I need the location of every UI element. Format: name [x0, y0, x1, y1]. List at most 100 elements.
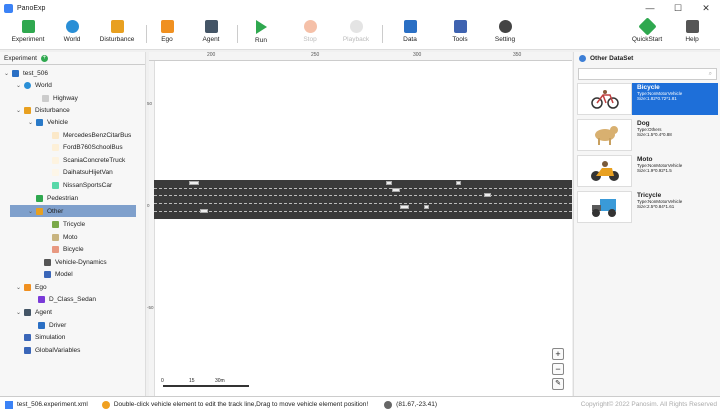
zoom-in-button[interactable]: + — [552, 348, 564, 360]
vehicle-icon — [36, 118, 43, 126]
quickstart-button[interactable]: QuickStart — [623, 17, 671, 43]
tree-label: Agent — [35, 308, 52, 316]
dog-icon — [594, 126, 618, 145]
toolbar-divider — [382, 25, 383, 43]
tree-item-ego-car[interactable]: D_Class_Sedan — [38, 293, 96, 305]
data-button[interactable]: Data — [386, 20, 434, 43]
experiment-button[interactable]: Experiment — [4, 20, 52, 43]
tree-item-other-1[interactable]: Tricycle — [52, 218, 85, 230]
dataset-search-input[interactable]: ⌕ — [578, 68, 717, 80]
vehicle-marker[interactable] — [386, 181, 392, 185]
tree-label: D_Class_Sedan — [49, 295, 96, 303]
vehicle-marker[interactable] — [189, 181, 199, 185]
tree-item-vehicle[interactable]: ⌄ Vehicle — [28, 116, 68, 128]
close-button[interactable]: ✕ — [692, 0, 720, 17]
help-button[interactable]: Help — [668, 20, 716, 43]
chevron-down-icon: ⌄ — [28, 119, 34, 126]
vehicle-marker[interactable] — [400, 205, 409, 209]
vehicle-marker[interactable] — [456, 181, 461, 185]
window-controls: — ☐ ✕ — [636, 0, 720, 17]
scene-canvas[interactable]: 200 250 300 350 50 0 -50 0 15 30m + − ✎ — [147, 52, 572, 396]
tree-label: World — [35, 81, 52, 89]
disturbance-icon — [110, 20, 124, 33]
folder-icon — [12, 69, 19, 77]
dataset-item-size: Size:1.9*0.92*1.5 — [637, 168, 672, 173]
tree-item-test[interactable]: ⌄ test_506 — [4, 67, 48, 79]
playback-button[interactable]: Playback — [332, 20, 380, 43]
tools-icon — [453, 20, 467, 33]
dataset-panel: Other DataSet ⌕ Bicycle Type:NonMotorVeh… — [573, 52, 720, 396]
ruler-tick: 250 — [311, 52, 320, 58]
lane-line — [154, 203, 572, 204]
help-label: Help — [685, 36, 699, 43]
bicycle-icon — [590, 90, 619, 109]
tree-item-global-variables[interactable]: GlobalVariables — [24, 344, 80, 356]
tree-label: Moto — [63, 233, 78, 241]
lane-line — [154, 211, 572, 212]
add-icon[interactable]: + — [40, 54, 48, 62]
dataset-item-bicycle[interactable]: Bicycle Type:NonMotorVehicle Size:1.82*0… — [577, 83, 718, 115]
tree-item-vehicle-2[interactable]: FordB760SchoolBus — [52, 141, 123, 153]
dog-thumbnail — [577, 119, 632, 151]
tree-item-simulation[interactable]: Simulation — [24, 331, 65, 343]
tree-item-other[interactable]: ⌄ Other — [28, 205, 63, 217]
ruler-tick: -50 — [147, 305, 154, 310]
tree-item-disturbance[interactable]: ⌄ Disturbance — [16, 104, 70, 116]
tools-label: Tools — [452, 36, 468, 43]
scale-label: 30m — [215, 378, 225, 384]
vertical-ruler: 50 0 -50 — [147, 61, 155, 396]
maximize-button[interactable]: ☐ — [664, 0, 692, 17]
tree-item-vehicle-4[interactable]: DaihatsuHijetVan — [52, 166, 113, 178]
ruler-tick: 200 — [207, 52, 216, 58]
tree-label: Tricycle — [63, 220, 86, 228]
minimize-button[interactable]: — — [636, 0, 664, 17]
chevron-down-icon: ⌄ — [16, 82, 22, 89]
ruler-tick: 350 — [513, 52, 522, 58]
tree-label: MercedesBenzCitarBus — [63, 131, 132, 139]
dataset-item-tricycle[interactable]: Tricycle Type:NonMotorVehicle Size:2.5*0… — [577, 191, 718, 223]
run-button[interactable]: Run — [237, 20, 285, 44]
vehicle-marker[interactable] — [484, 193, 491, 197]
edit-icon[interactable]: ✎ — [552, 378, 564, 390]
tree-item-world[interactable]: ⌄ World — [16, 79, 52, 91]
tree-item-pedestrian[interactable]: Pedestrian — [36, 192, 78, 204]
tree-label: Highway — [53, 94, 78, 102]
tree-item-vehicle-3[interactable]: ScaniaConcreteTruck — [52, 154, 125, 166]
tree-item-other-2[interactable]: Moto — [52, 231, 77, 243]
vehicle-marker[interactable] — [392, 188, 400, 192]
data-icon — [403, 20, 417, 33]
vehicle-marker[interactable] — [424, 205, 429, 209]
tree-label: DaihatsuHijetVan — [63, 168, 113, 176]
ego-button[interactable]: Ego — [143, 20, 191, 43]
dataset-item-dog[interactable]: Dog Type:Others Size:1.5*0.4*0.88 — [577, 119, 718, 151]
disturbance-button[interactable]: Disturbance — [93, 20, 141, 43]
tree-item-highway[interactable]: Highway — [42, 92, 78, 104]
tree-label: Driver — [49, 321, 67, 329]
world-button[interactable]: World — [48, 20, 96, 43]
setting-button[interactable]: Setting — [481, 20, 529, 43]
tree-item-vehicle-dynamics[interactable]: Vehicle-Dynamics — [44, 256, 107, 268]
tree-item-other-3[interactable]: Bicycle — [52, 243, 84, 255]
help-icon — [685, 20, 699, 33]
road-icon — [42, 94, 49, 102]
motorcycle-icon — [590, 161, 619, 181]
stop-button[interactable]: Stop — [286, 20, 334, 43]
zoom-out-button[interactable]: − — [552, 363, 564, 375]
ego-label: Ego — [161, 36, 173, 43]
lane-line — [154, 188, 572, 189]
chevron-down-icon: ⌄ — [16, 107, 22, 114]
tree-item-ego[interactable]: ⌄ Ego — [16, 281, 47, 293]
tree-item-model[interactable]: Model — [44, 268, 73, 280]
tree-label: Ego — [35, 283, 47, 291]
tree-item-vehicle-1[interactable]: MercedesBenzCitarBus — [52, 129, 131, 141]
agent-button[interactable]: Agent — [187, 20, 235, 43]
tree-label: GlobalVariables — [35, 346, 81, 354]
tree-item-driver[interactable]: Driver — [38, 319, 66, 331]
tree-item-agent[interactable]: ⌄ Agent — [16, 306, 52, 318]
tree-item-vehicle-5[interactable]: NissanSportsCar — [52, 179, 112, 191]
vehicle-marker[interactable] — [200, 209, 208, 213]
world-label: World — [63, 36, 81, 43]
dataset-item-moto[interactable]: Moto Type:NonMotorVehicle Size:1.9*0.92*… — [577, 155, 718, 187]
tools-button[interactable]: Tools — [436, 20, 484, 43]
stop-icon — [303, 20, 317, 33]
